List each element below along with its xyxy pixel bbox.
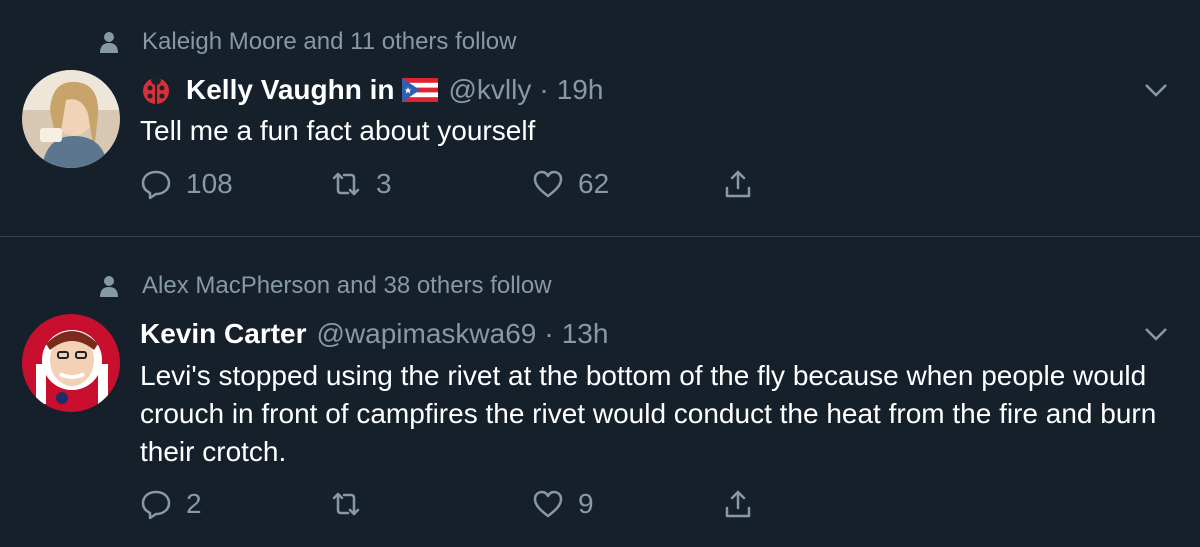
separator-dot: · (539, 74, 549, 105)
share-button[interactable] (722, 488, 754, 520)
handle[interactable]: @kvlly (448, 74, 531, 106)
retweet-button[interactable]: 3 (330, 168, 392, 200)
puerto-rico-flag-icon (402, 78, 439, 102)
tweet-text: Tell me a fun fact about yourself (140, 115, 536, 146)
ladybug-icon (143, 75, 169, 104)
social-context-text: Kaleigh Moore and 11 others follow (142, 28, 517, 55)
timestamp[interactable]: 13h (562, 318, 609, 350)
handle[interactable]: @wapimaskwa69 (317, 318, 537, 350)
share-button[interactable] (722, 168, 754, 200)
reply-count: 2 (186, 488, 202, 519)
tweet[interactable]: Alex MacPherson and 38 others follow Kev… (0, 237, 1200, 547)
reply-count: 108 (186, 168, 233, 199)
social-context[interactable]: Kaleigh Moore and 11 others follow (98, 28, 516, 56)
avatar[interactable] (22, 314, 120, 412)
share-icon (725, 170, 751, 198)
separator-dot: · (544, 318, 554, 349)
reply-icon (141, 170, 171, 200)
person-icon (100, 32, 118, 53)
social-context[interactable]: Alex MacPherson and 38 others follow (98, 272, 552, 300)
retweet-count: 3 (376, 168, 392, 199)
like-button[interactable]: 9 (532, 488, 594, 520)
like-count: 62 (578, 168, 610, 199)
like-icon (533, 490, 563, 518)
avatar-image (22, 314, 120, 412)
retweet-button[interactable] (330, 488, 376, 520)
display-name[interactable]: Kelly Vaughn in (186, 74, 394, 106)
reply-icon (141, 490, 171, 520)
reply-button[interactable]: 2 (140, 488, 202, 520)
retweet-icon (332, 172, 360, 196)
chevron-down-icon[interactable] (1142, 80, 1170, 100)
reply-button[interactable]: 108 (140, 168, 233, 200)
retweet-icon (332, 492, 360, 516)
person-icon (100, 276, 118, 297)
display-name[interactable]: Kevin Carter (140, 318, 307, 350)
tweet-header: Kevin Carter @wapimaskwa69 · 13h (140, 318, 608, 350)
timestamp[interactable]: 19h (557, 74, 604, 106)
chevron-down-icon[interactable] (1142, 324, 1170, 344)
share-icon (725, 490, 751, 518)
like-button[interactable]: 62 (532, 168, 609, 200)
social-context-text: Alex MacPherson and 38 others follow (142, 272, 552, 299)
like-count: 9 (578, 488, 594, 519)
avatar-image (22, 70, 120, 168)
tweet[interactable]: Kaleigh Moore and 11 others follow Kelly… (0, 0, 1200, 236)
tweet-header: Kelly Vaughn in @kvlly · 19h (140, 74, 603, 106)
tweet-text: Levi's stopped using the rivet at the bo… (140, 360, 1157, 467)
like-icon (533, 170, 563, 198)
avatar[interactable] (22, 70, 120, 168)
